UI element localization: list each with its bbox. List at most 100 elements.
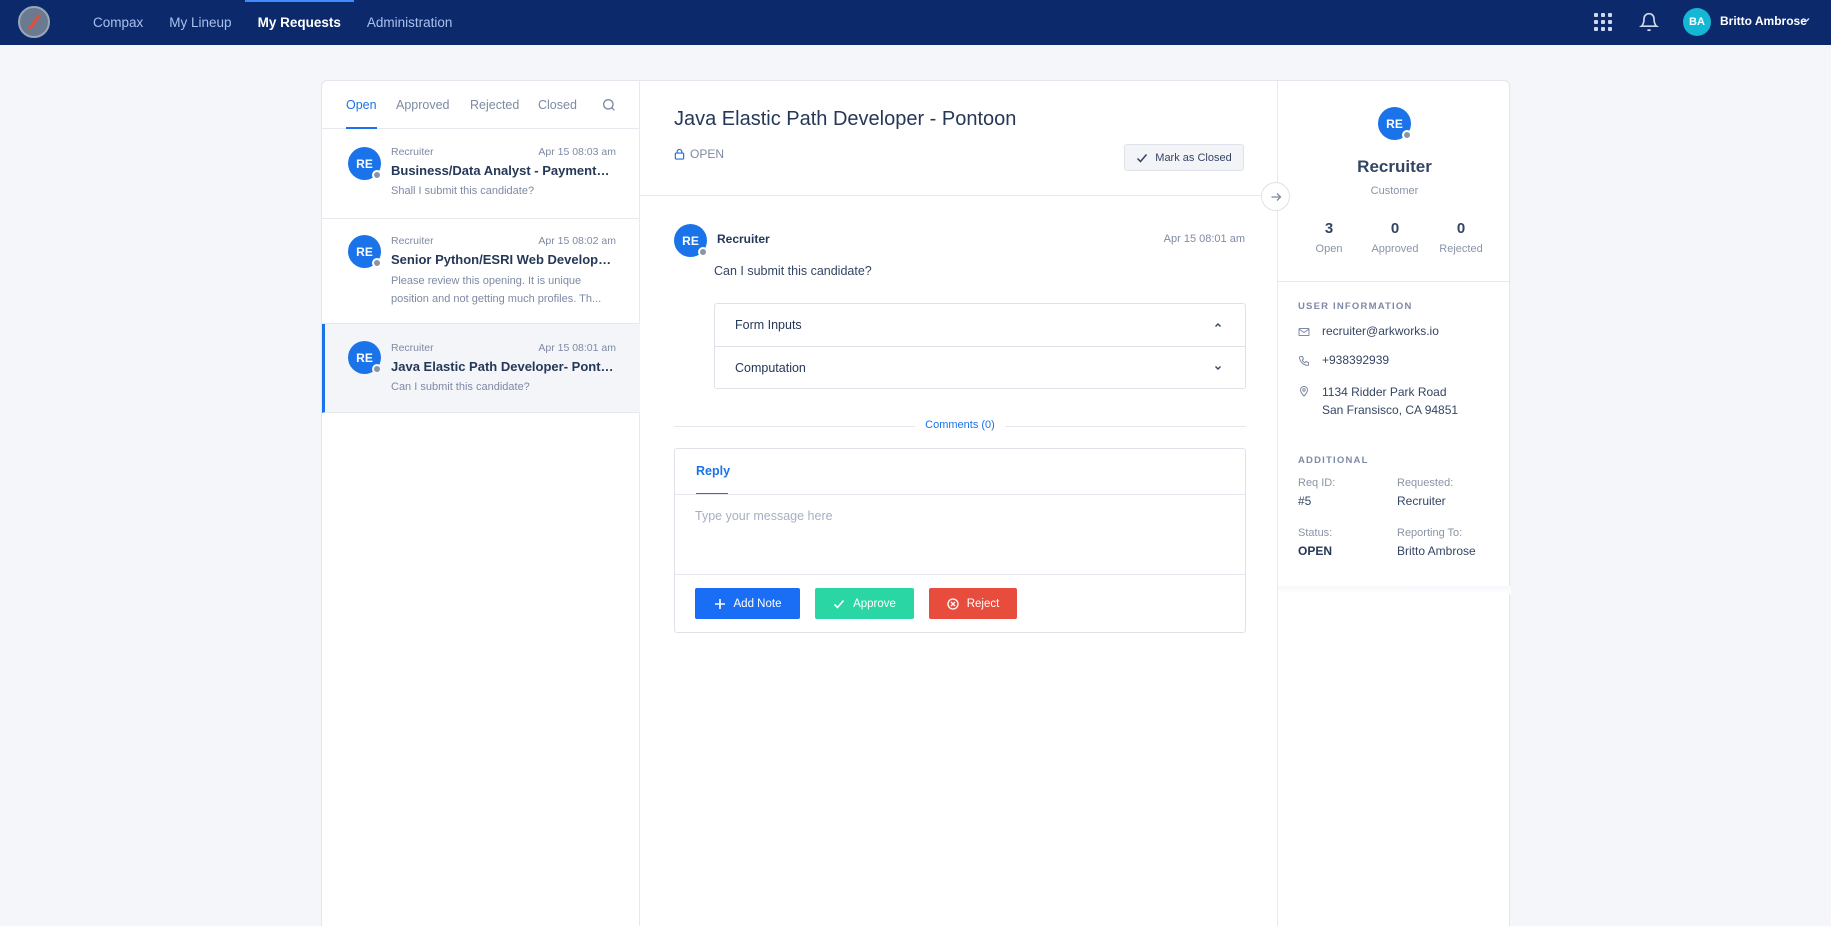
additional-heading: ADDITIONAL <box>1298 455 1369 466</box>
requested-value: Recruiter <box>1397 494 1446 508</box>
arrow-right-icon <box>1271 192 1281 201</box>
requested-label: Requested: <box>1397 477 1454 489</box>
nav-item-compax[interactable]: Compax <box>80 0 156 45</box>
panel-shadow <box>1278 586 1511 594</box>
address-line-1: 1134 Ridder Park Road <box>1322 385 1447 399</box>
request-detail-panel: Java Elastic Path Developer - Pontoon OP… <box>640 81 1278 926</box>
accordion-computation[interactable]: Computation <box>715 346 1245 388</box>
main-nav: Compax My Lineup My Requests Administrat… <box>80 0 465 45</box>
list-item-preview: Shall I submit this candidate? <box>391 185 535 197</box>
stat-approved-label: Approved <box>1371 243 1419 255</box>
profile-address: 1134 Ridder Park Road San Fransisco, CA … <box>1298 383 1458 419</box>
tab-rejected[interactable]: Rejected <box>470 98 519 112</box>
nav-item-my-requests[interactable]: My Requests <box>244 0 355 45</box>
apps-grid-icon[interactable] <box>1594 13 1612 31</box>
req-id-value: #5 <box>1298 494 1312 508</box>
plus-icon <box>714 598 725 609</box>
req-id-label: Req ID: <box>1298 477 1336 489</box>
mark-as-closed-label: Mark as Closed <box>1155 151 1232 164</box>
accordion-form-inputs-label: Form Inputs <box>735 318 802 332</box>
list-item-title: Java Elastic Path Developer- Pontoon <box>391 359 616 374</box>
tab-open[interactable]: Open <box>346 98 377 129</box>
message-sender: Recruiter <box>717 232 770 246</box>
lock-icon <box>674 148 685 160</box>
profile-role: Customer <box>1370 185 1419 197</box>
profile-email[interactable]: recruiter@arkworks.io <box>1298 324 1439 338</box>
request-list-panel: Open Approved Rejected Closed RE Recruit… <box>322 81 640 926</box>
list-item-time: Apr 15 08:02 am <box>538 235 616 247</box>
message-avatar: RE <box>674 224 708 257</box>
tab-reply[interactable]: Reply <box>696 464 730 495</box>
list-item-title: Senior Python/ESRI Web Developer-... <box>391 252 616 267</box>
approve-button[interactable]: Approve <box>815 588 914 619</box>
add-note-label: Add Note <box>733 597 782 610</box>
notification-bell-icon[interactable] <box>1639 11 1659 33</box>
req-id-field: Req ID: #5 <box>1298 477 1335 508</box>
profile-phone[interactable]: +938392939 <box>1298 353 1389 367</box>
status-label: Status: <box>1298 527 1333 539</box>
user-name[interactable]: Britto Ambrose <box>1720 14 1807 28</box>
location-pin-icon <box>1299 386 1309 397</box>
profile-panel: RE Recruiter Customer 3 Open 0 Approved … <box>1278 81 1511 926</box>
list-item-preview: Please review this opening. It is unique… <box>391 275 602 305</box>
avatar: RE <box>348 341 382 374</box>
chevron-down-icon[interactable] <box>1801 15 1811 25</box>
message-body: Can I submit this candidate? <box>714 264 872 278</box>
list-item-preview: Can I submit this candidate? <box>391 381 530 393</box>
nav-item-administration[interactable]: Administration <box>354 0 466 45</box>
tab-closed[interactable]: Closed <box>538 98 577 112</box>
status-tabs: Open Approved Rejected Closed <box>322 81 639 129</box>
message-time: Apr 15 08:01 am <box>1163 233 1245 245</box>
status-text: OPEN <box>690 147 725 161</box>
divider <box>675 574 1245 575</box>
compass-logo-icon[interactable] <box>18 6 50 38</box>
address-line-2: San Fransisco, CA 94851 <box>1322 403 1459 417</box>
list-item[interactable]: RE Recruiter Apr 15 08:02 am Senior Pyth… <box>322 219 640 324</box>
check-icon <box>1137 153 1148 163</box>
list-item-time: Apr 15 08:03 am <box>538 146 616 158</box>
accordion-form-inputs[interactable]: Form Inputs <box>715 304 1245 346</box>
reporting-to-label: Reporting To: <box>1397 527 1463 539</box>
top-navbar: Compax My Lineup My Requests Administrat… <box>0 0 1831 45</box>
add-note-button[interactable]: Add Note <box>695 588 800 619</box>
comments-divider: Comments (0) <box>674 418 1246 434</box>
message-accordion: Form Inputs Computation <box>714 303 1246 389</box>
list-item[interactable]: RE Recruiter Apr 15 08:03 am Business/Da… <box>322 129 640 219</box>
check-icon <box>834 599 845 609</box>
detail-header: Java Elastic Path Developer - Pontoon OP… <box>640 81 1277 196</box>
stat-open-value: 3 <box>1324 220 1334 237</box>
status-value: OPEN <box>1298 544 1333 558</box>
stat-rejected-value: 0 <box>1456 220 1466 237</box>
list-item-title: Business/Data Analyst - Payments- ... <box>391 163 616 178</box>
divider <box>1278 281 1511 282</box>
reject-button[interactable]: Reject <box>929 588 1017 619</box>
requested-field: Requested: Recruiter <box>1397 477 1453 508</box>
user-avatar[interactable]: BA <box>1683 8 1711 36</box>
page-title: Java Elastic Path Developer - Pontoon <box>674 108 1017 130</box>
avatar: RE <box>348 235 382 268</box>
collapse-panel-button[interactable] <box>1261 182 1290 211</box>
reply-message-input[interactable] <box>695 509 1225 523</box>
stat-approved-value: 0 <box>1390 220 1400 237</box>
reject-label: Reject <box>966 597 1000 610</box>
tab-approved[interactable]: Approved <box>396 98 450 112</box>
profile-avatar: RE <box>1378 107 1412 140</box>
nav-item-my-lineup[interactable]: My Lineup <box>156 0 244 45</box>
stat-open: 3 Open <box>1294 220 1364 255</box>
stat-approved: 0 Approved <box>1360 220 1430 255</box>
close-circle-icon <box>947 597 959 610</box>
requests-panel: Open Approved Rejected Closed RE Recruit… <box>321 80 1511 926</box>
reply-box: Reply Add Note Approve Reject <box>674 448 1246 633</box>
list-item-sender: Recruiter <box>391 342 434 354</box>
mark-as-closed-button[interactable]: Mark as Closed <box>1124 144 1244 171</box>
stat-rejected-label: Rejected <box>1439 243 1483 255</box>
approve-label: Approve <box>853 597 896 610</box>
list-item-sender: Recruiter <box>391 146 434 158</box>
profile-email-text: recruiter@arkworks.io <box>1322 324 1439 338</box>
search-icon[interactable] <box>601 97 617 113</box>
reporting-to-field: Reporting To: Britto Ambrose <box>1397 527 1476 558</box>
profile-name: Recruiter <box>1357 157 1432 176</box>
accordion-computation-label: Computation <box>735 360 806 375</box>
list-item-selected[interactable]: RE Recruiter Apr 15 08:01 am Java Elasti… <box>322 324 640 413</box>
comments-toggle[interactable]: Comments (0) <box>915 419 1005 431</box>
